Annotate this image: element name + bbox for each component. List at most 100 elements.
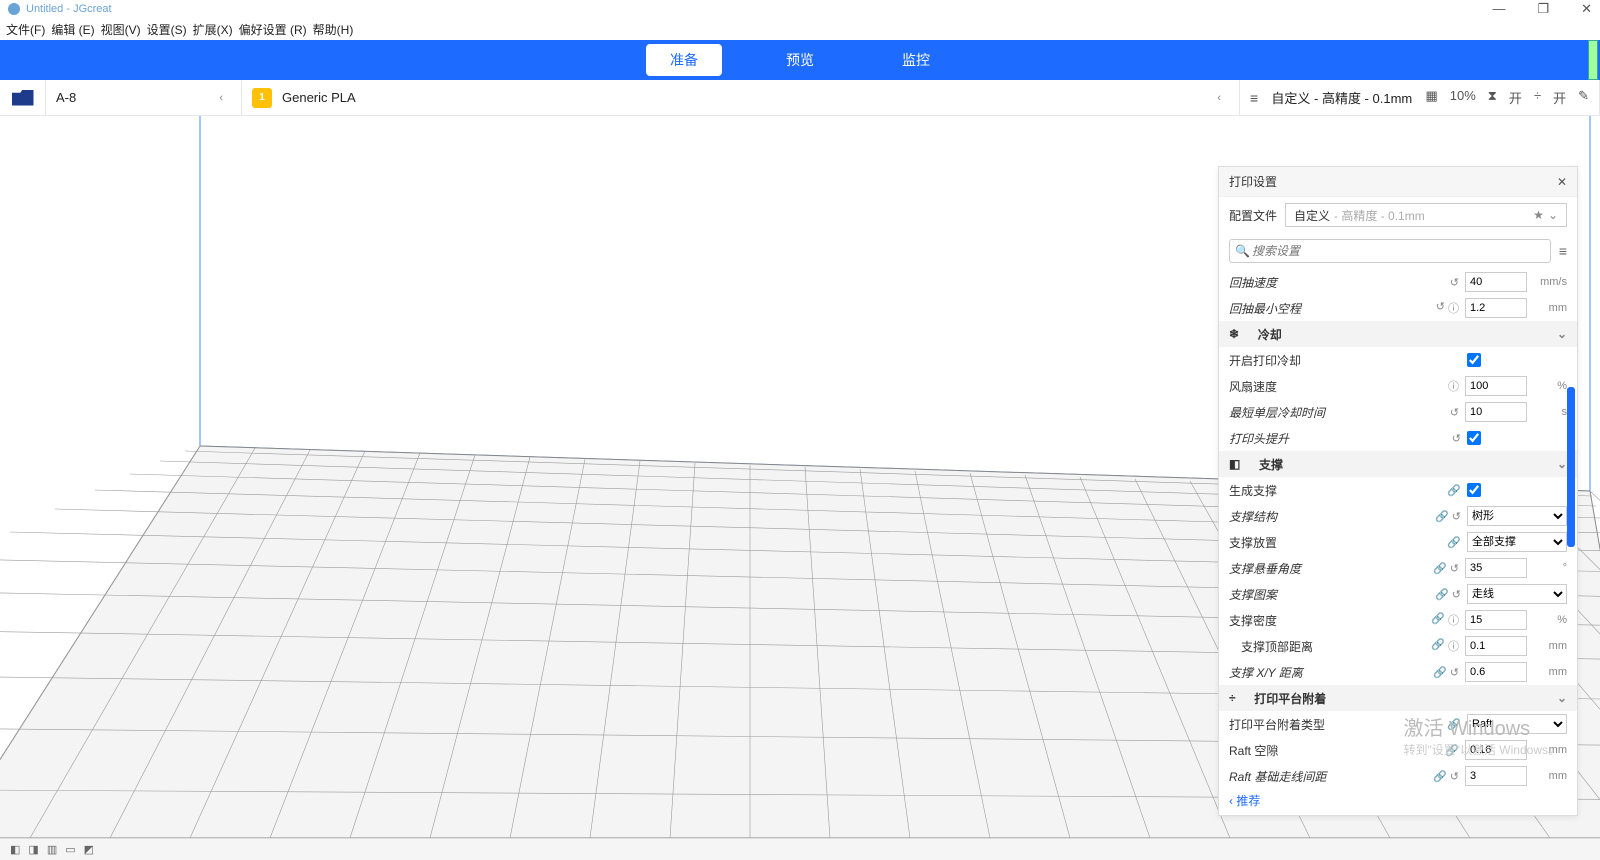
link-icon[interactable]: 🔗 <box>1431 638 1445 654</box>
chevron-left-icon: ‹ <box>211 92 231 104</box>
view-solid-icon[interactable]: ◧ <box>10 843 20 856</box>
support-top-dist-input[interactable] <box>1465 636 1527 656</box>
info-icon[interactable]: ⓘ <box>1448 378 1459 394</box>
setting-label: 回抽最小空程 <box>1229 300 1430 317</box>
setting-label: 生成支撑 <box>1229 482 1441 499</box>
retract-speed-input[interactable] <box>1465 272 1527 292</box>
open-file-button[interactable] <box>0 80 46 115</box>
tab-preview[interactable]: 预览 <box>762 44 838 76</box>
reset-icon[interactable]: ↺ <box>1450 562 1459 575</box>
view-xray-icon[interactable]: ◨ <box>28 843 38 856</box>
raft-base-input[interactable] <box>1465 766 1527 786</box>
fan-speed-input[interactable] <box>1465 376 1527 396</box>
reset-icon[interactable]: ↺ <box>1452 432 1461 445</box>
link-icon[interactable]: 🔗 <box>1433 562 1447 575</box>
cooling-enable-checkbox[interactable] <box>1467 353 1481 367</box>
support-xy-dist-input[interactable] <box>1465 662 1527 682</box>
build-plate-viewport[interactable]: 打印设置 ✕ 配置文件 自定义 - 高精度 - 0.1mm ★ ⌄ 🔍 ≡ 回抽… <box>0 116 1600 838</box>
info-icon[interactable]: ⓘ <box>1448 612 1459 628</box>
unit-label: mm <box>1533 744 1567 756</box>
unit-label: % <box>1533 380 1567 392</box>
reset-icon[interactable]: ↺ <box>1450 666 1459 679</box>
head-lift-checkbox[interactable] <box>1467 431 1481 445</box>
infill-value: 10% <box>1450 88 1476 107</box>
retract-min-input[interactable] <box>1465 298 1527 318</box>
reset-icon[interactable]: ↺ <box>1436 300 1445 316</box>
tab-prepare[interactable]: 准备 <box>646 44 722 76</box>
close-button[interactable]: ✕ <box>1581 1 1592 17</box>
infill-icon: ▦ <box>1425 88 1437 107</box>
settings-search-input[interactable] <box>1229 239 1551 263</box>
folder-icon <box>12 90 34 106</box>
tab-monitor[interactable]: 监控 <box>878 44 954 76</box>
unit-label: % <box>1533 614 1567 626</box>
chevron-left-icon: ‹ <box>1209 92 1229 104</box>
menu-icon[interactable]: ≡ <box>1559 243 1567 259</box>
unit-label: s <box>1533 406 1567 418</box>
menu-file[interactable]: 文件(F) <box>6 21 45 38</box>
support-structure-select[interactable]: 树形 <box>1467 506 1567 526</box>
maximize-button[interactable]: ❐ <box>1537 1 1549 17</box>
setting-label: 打印平台附着类型 <box>1229 716 1441 733</box>
menu-settings[interactable]: 设置(S) <box>147 21 187 38</box>
info-icon[interactable]: ⓘ <box>1448 638 1459 654</box>
link-icon[interactable]: 🔗 <box>1433 666 1447 679</box>
unit-label: mm/s <box>1533 276 1567 288</box>
gen-support-checkbox[interactable] <box>1467 483 1481 497</box>
reset-icon[interactable]: ↺ <box>1450 770 1459 783</box>
link-icon[interactable]: 🔗 <box>1431 612 1445 628</box>
link-icon[interactable]: 🔗 <box>1447 536 1461 549</box>
chevron-down-icon[interactable]: ⌄ <box>1557 457 1567 471</box>
link-icon[interactable]: 🔗 <box>1447 484 1461 497</box>
chevron-down-icon[interactable]: ⌄ <box>1557 327 1567 341</box>
section-cooling[interactable]: 冷却 <box>1258 326 1551 343</box>
reset-icon[interactable]: ↺ <box>1452 588 1461 601</box>
link-icon[interactable]: 🔗 <box>1447 718 1461 731</box>
menu-preferences[interactable]: 偏好设置 (R) <box>239 21 307 38</box>
info-icon[interactable]: ⓘ <box>1448 300 1459 316</box>
panel-close-icon[interactable]: ✕ <box>1557 175 1567 189</box>
link-icon[interactable]: 🔗 <box>1433 770 1447 783</box>
minimize-button[interactable]: — <box>1492 1 1505 17</box>
menu-edit[interactable]: 编辑 (E) <box>51 21 94 38</box>
reset-icon[interactable]: ↺ <box>1452 510 1461 523</box>
profile-summary: 自定义 - 高精度 - 0.1mm <box>1271 88 1412 107</box>
status-bar: ◧ ◨ ▥ ▭ ◩ <box>0 838 1600 860</box>
material-selector[interactable]: 1 Generic PLA ‹ <box>242 80 1240 115</box>
printer-selector[interactable]: A-8 ‹ <box>46 80 242 115</box>
reset-icon[interactable]: ↺ <box>1450 276 1459 289</box>
profile-bar[interactable]: 自定义 - 高精度 - 0.1mm ▦10% ⧗开 ÷开 ✎ <box>1240 80 1600 115</box>
panel-scrollbar[interactable] <box>1567 387 1575 547</box>
profile-dropdown[interactable]: 自定义 - 高精度 - 0.1mm ★ ⌄ <box>1285 203 1567 227</box>
link-icon[interactable]: 🔗 <box>1435 588 1449 601</box>
menu-view[interactable]: 视图(V) <box>101 21 141 38</box>
profile-label: 配置文件 <box>1229 207 1277 224</box>
adhesion-value: 开 <box>1553 88 1566 107</box>
menu-extensions[interactable]: 扩展(X) <box>193 21 233 38</box>
panel-header: 打印设置 ✕ <box>1219 167 1577 197</box>
view-iso-icon[interactable]: ◩ <box>84 843 94 856</box>
link-icon[interactable]: 🔗 <box>1435 510 1449 523</box>
overhang-input[interactable] <box>1465 558 1527 578</box>
section-adhesion[interactable]: 打印平台附着 <box>1254 690 1551 707</box>
pencil-icon[interactable]: ✎ <box>1578 88 1589 107</box>
setting-label: Raft 基础走线间距 <box>1229 768 1427 785</box>
recommend-link[interactable]: ‹ 推荐 <box>1229 792 1260 809</box>
view-layers-icon[interactable]: ▥ <box>47 843 57 856</box>
view-front-icon[interactable]: ▭ <box>65 843 75 856</box>
reset-icon[interactable]: ↺ <box>1450 406 1459 419</box>
raft-gap-input[interactable] <box>1465 740 1527 760</box>
link-icon[interactable]: 🔗 <box>1445 744 1459 757</box>
scroll-gauge[interactable] <box>1588 40 1598 80</box>
chevron-down-icon[interactable]: ⌄ <box>1557 691 1567 705</box>
adhesion-type-select[interactable]: Raft <box>1467 714 1567 734</box>
cooling-section-icon: ❄ <box>1229 327 1239 341</box>
section-support[interactable]: 支撑 <box>1259 456 1551 473</box>
min-layer-time-input[interactable] <box>1465 402 1527 422</box>
setting-label: 支撑顶部距离 <box>1229 638 1425 655</box>
menu-help[interactable]: 帮助(H) <box>313 21 354 38</box>
support-placement-select[interactable]: 全部支撑 <box>1467 532 1567 552</box>
support-pattern-select[interactable]: 走线 <box>1467 584 1567 604</box>
support-density-input[interactable] <box>1465 610 1527 630</box>
extruder-badge-icon: 1 <box>252 88 272 108</box>
